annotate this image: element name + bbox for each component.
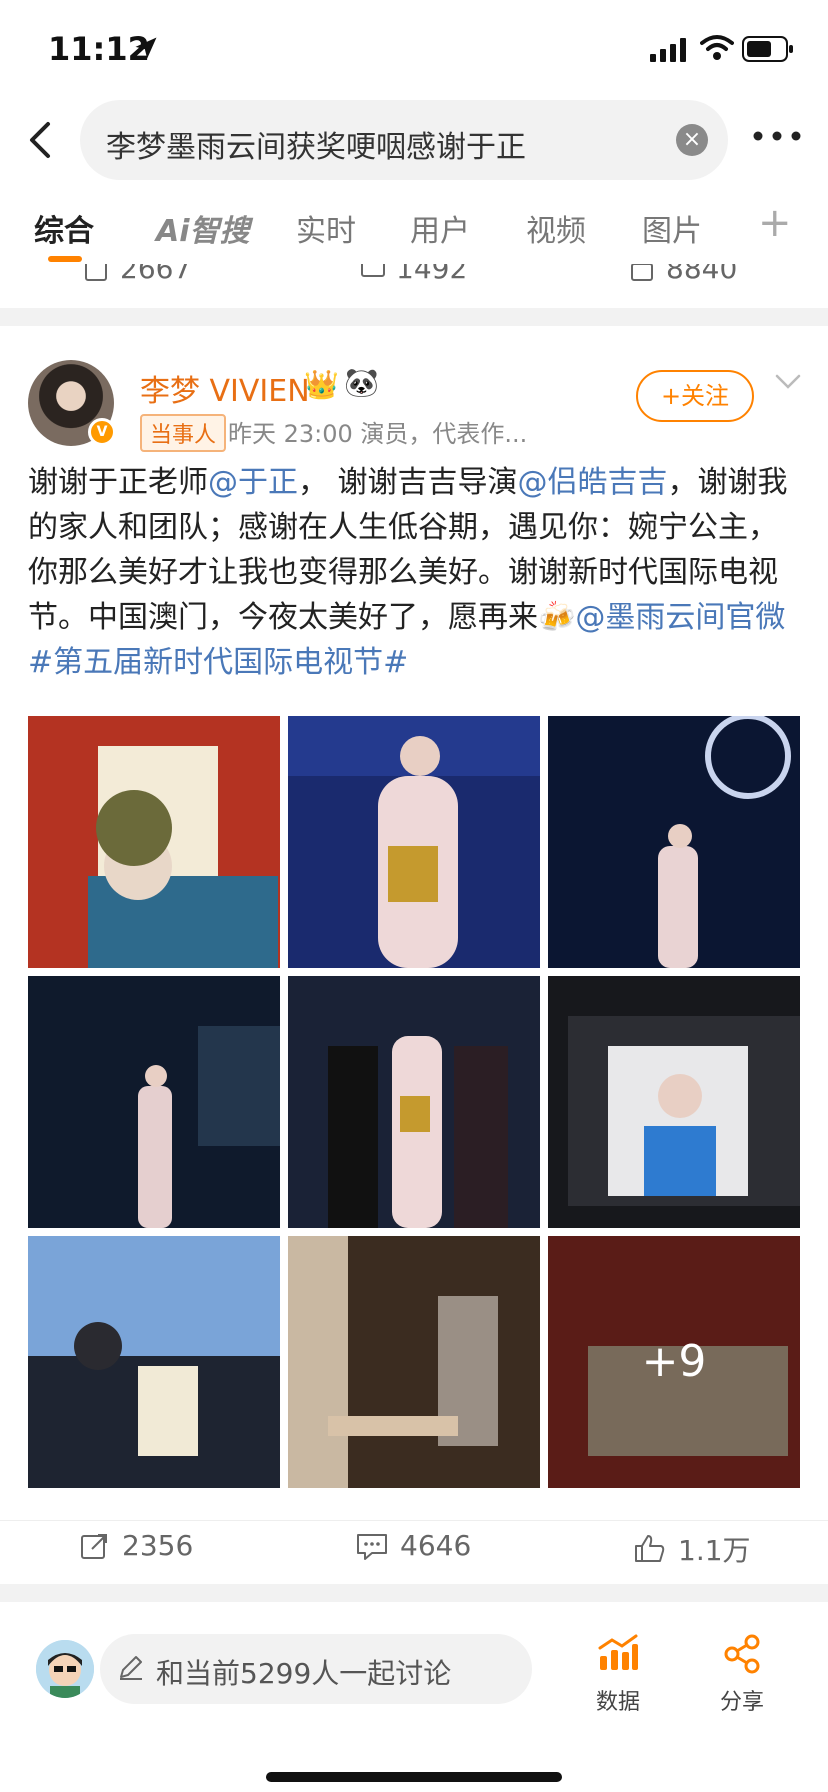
prev-comment[interactable]: 1492 [360, 264, 467, 285]
tab-ai-search[interactable]: Ai智搜 [156, 206, 250, 250]
post-text-part: ， 谢谢吉吉导演 [298, 465, 518, 500]
discuss-placeholder: 和当前5299人一起讨论 [156, 1657, 452, 1690]
mention-link[interactable]: @侣皓吉吉 [518, 465, 668, 500]
verified-badge-icon: V [88, 418, 116, 446]
post-image[interactable] [548, 976, 800, 1228]
follow-button[interactable]: +关注 [636, 370, 754, 422]
active-tab-indicator [48, 256, 82, 262]
bottom-bar: 和当前5299人一起讨论 数据 分享 [0, 1604, 828, 1792]
post-text: 谢谢于正老师@于正， 谢谢吉吉导演@侣皓吉吉，谢谢我的家人和团队；感谢在人生低谷… [28, 460, 800, 685]
battery-icon [742, 36, 793, 62]
mention-link[interactable]: @于正 [208, 465, 298, 500]
tab-users[interactable]: 用户 [410, 206, 470, 250]
role-badge: 当事人 [140, 414, 227, 452]
like-button[interactable]: 1.1万 [634, 1529, 751, 1569]
section-divider [0, 1584, 828, 1602]
post-image[interactable] [548, 716, 800, 968]
prev-repost[interactable]: 2667 [84, 264, 191, 285]
repost-icon [85, 264, 107, 281]
mention-link[interactable]: @墨雨云间官微 [575, 600, 785, 635]
like-icon [635, 1535, 665, 1562]
post-image[interactable] [28, 716, 280, 968]
tab-comprehensive[interactable]: 综合 [34, 206, 94, 250]
location-arrow-icon [135, 37, 157, 59]
hashtag-link[interactable]: #第五届新时代国际电视节# [28, 645, 408, 680]
post-image[interactable] [288, 1236, 540, 1488]
discuss-input[interactable]: 和当前5299人一起讨论 [100, 1634, 532, 1704]
post-text-part: 谢谢于正老师 [28, 465, 208, 500]
data-button[interactable]: 数据 [578, 1634, 658, 1716]
more-options-icon[interactable] [752, 126, 802, 146]
panda-badge-icon: 🐼 [344, 366, 379, 399]
search-query: 李梦墨雨云间获奖哽咽感谢于正 [106, 130, 526, 165]
post-image[interactable] [28, 1236, 280, 1488]
post-stats: 2356 4646 1.1万 [0, 1520, 828, 1570]
repost-icon [81, 1533, 107, 1559]
comment-button[interactable]: 4646 [356, 1529, 471, 1562]
comment-icon [361, 264, 385, 277]
clear-search-button[interactable]: × [676, 124, 708, 156]
data-chart-icon [598, 1634, 638, 1670]
post-meta: 昨天 23:00 演员，代表作... [228, 420, 528, 448]
crown-badge-icon: 👑 [304, 368, 339, 401]
tab-images[interactable]: 图片 [642, 206, 702, 250]
chevron-down-icon[interactable] [774, 372, 802, 392]
tab-realtime[interactable]: 实时 [296, 206, 356, 250]
prev-repost-count: 2667 [120, 264, 192, 285]
section-divider [0, 308, 828, 326]
share-button[interactable]: 分享 [702, 1634, 782, 1716]
repost-button[interactable]: 2356 [80, 1529, 193, 1562]
previous-post-stats: 2667 1492 8840 [0, 264, 828, 288]
like-count: 1.1万 [678, 1534, 751, 1567]
post-image[interactable] [288, 716, 540, 968]
post-image[interactable] [288, 976, 540, 1228]
cellular-signal-icon [650, 38, 686, 62]
share-icon [724, 1634, 760, 1674]
add-tab-icon[interactable]: + [758, 200, 792, 246]
data-label: 数据 [595, 1690, 640, 1715]
wifi-icon [700, 35, 734, 60]
post-image[interactable] [28, 976, 280, 1228]
repost-count: 2356 [122, 1529, 194, 1562]
comment-count: 4646 [400, 1529, 472, 1562]
edit-pencil-icon [120, 1656, 142, 1680]
share-label: 分享 [719, 1690, 764, 1715]
home-indicator [266, 1772, 562, 1782]
current-user-avatar[interactable] [36, 1640, 94, 1698]
author-name[interactable]: 李梦 VIVIEN [140, 366, 310, 410]
like-icon [631, 264, 653, 281]
search-input[interactable]: 李梦墨雨云间获奖哽咽感谢于正 × [80, 100, 728, 180]
back-icon[interactable] [22, 120, 62, 160]
prev-comment-count: 1492 [396, 264, 468, 285]
more-images-count: +9 [548, 1236, 800, 1488]
prev-like-count: 8840 [666, 264, 738, 285]
image-grid: +9 [28, 716, 800, 1488]
comment-icon [357, 1533, 387, 1560]
prev-like[interactable]: 8840 [630, 264, 737, 285]
post-image-more[interactable]: +9 [548, 1236, 800, 1488]
status-bar: 11:12 [0, 0, 828, 100]
search-tabs: 综合 Ai智搜 实时 用户 视频 图片 + [0, 196, 828, 266]
tab-video[interactable]: 视频 [526, 206, 586, 250]
